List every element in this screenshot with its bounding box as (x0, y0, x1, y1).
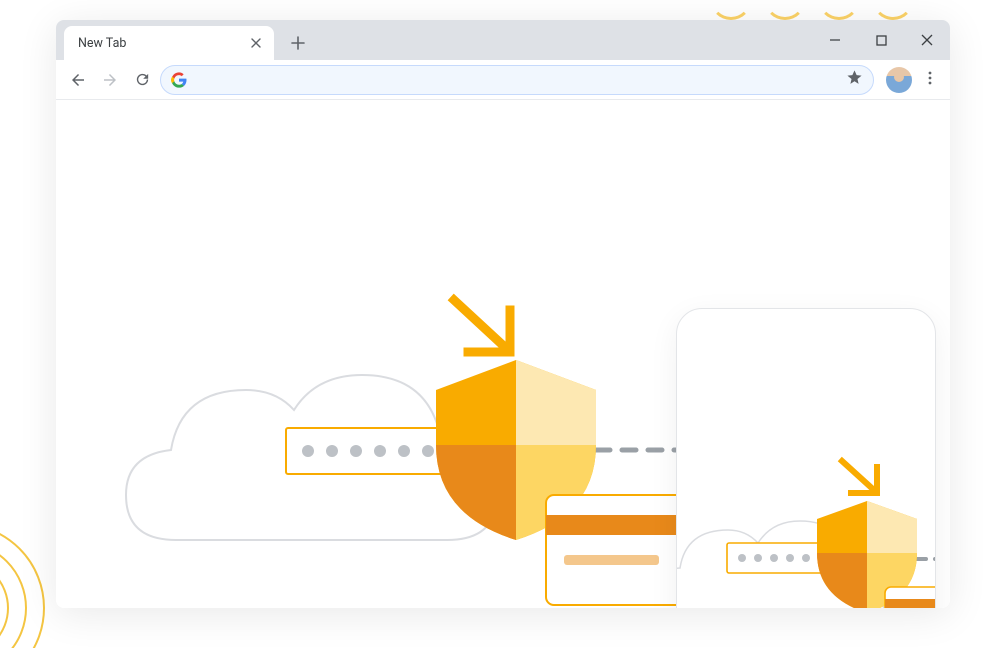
maximize-icon (876, 35, 887, 46)
window-controls (812, 20, 950, 60)
tab-new-tab[interactable]: New Tab (64, 26, 274, 60)
browser-window: New Tab (56, 20, 950, 608)
down-arrow-icon (454, 300, 510, 352)
tab-title: New Tab (78, 36, 248, 51)
forward-button[interactable] (96, 66, 124, 94)
add-icon (291, 36, 305, 50)
google-g-icon (171, 72, 187, 88)
window-close-icon (921, 34, 933, 46)
window-close-button[interactable] (904, 20, 950, 60)
security-illustration (96, 160, 736, 608)
bookmark-button[interactable] (846, 69, 869, 90)
reload-button[interactable] (128, 66, 156, 94)
new-tab-button[interactable] (284, 29, 312, 57)
tab-close-button[interactable] (248, 35, 264, 51)
back-icon (69, 71, 87, 89)
page-content (56, 100, 950, 608)
omnibox[interactable] (160, 65, 874, 95)
phone-mock (676, 308, 936, 608)
reload-icon (134, 71, 151, 88)
forward-icon (101, 71, 119, 89)
profile-avatar[interactable] (886, 67, 912, 93)
maximize-button[interactable] (858, 20, 904, 60)
toolbar (56, 60, 950, 100)
address-input[interactable] (195, 66, 838, 94)
back-button[interactable] (64, 66, 92, 94)
menu-icon (922, 70, 938, 86)
chrome-menu-button[interactable] (918, 70, 942, 90)
star-icon (846, 69, 863, 86)
minimize-button[interactable] (812, 20, 858, 60)
security-illustration-mini (676, 369, 936, 608)
minimize-icon (829, 34, 841, 46)
tab-strip: New Tab (56, 20, 950, 60)
close-icon (251, 38, 261, 48)
